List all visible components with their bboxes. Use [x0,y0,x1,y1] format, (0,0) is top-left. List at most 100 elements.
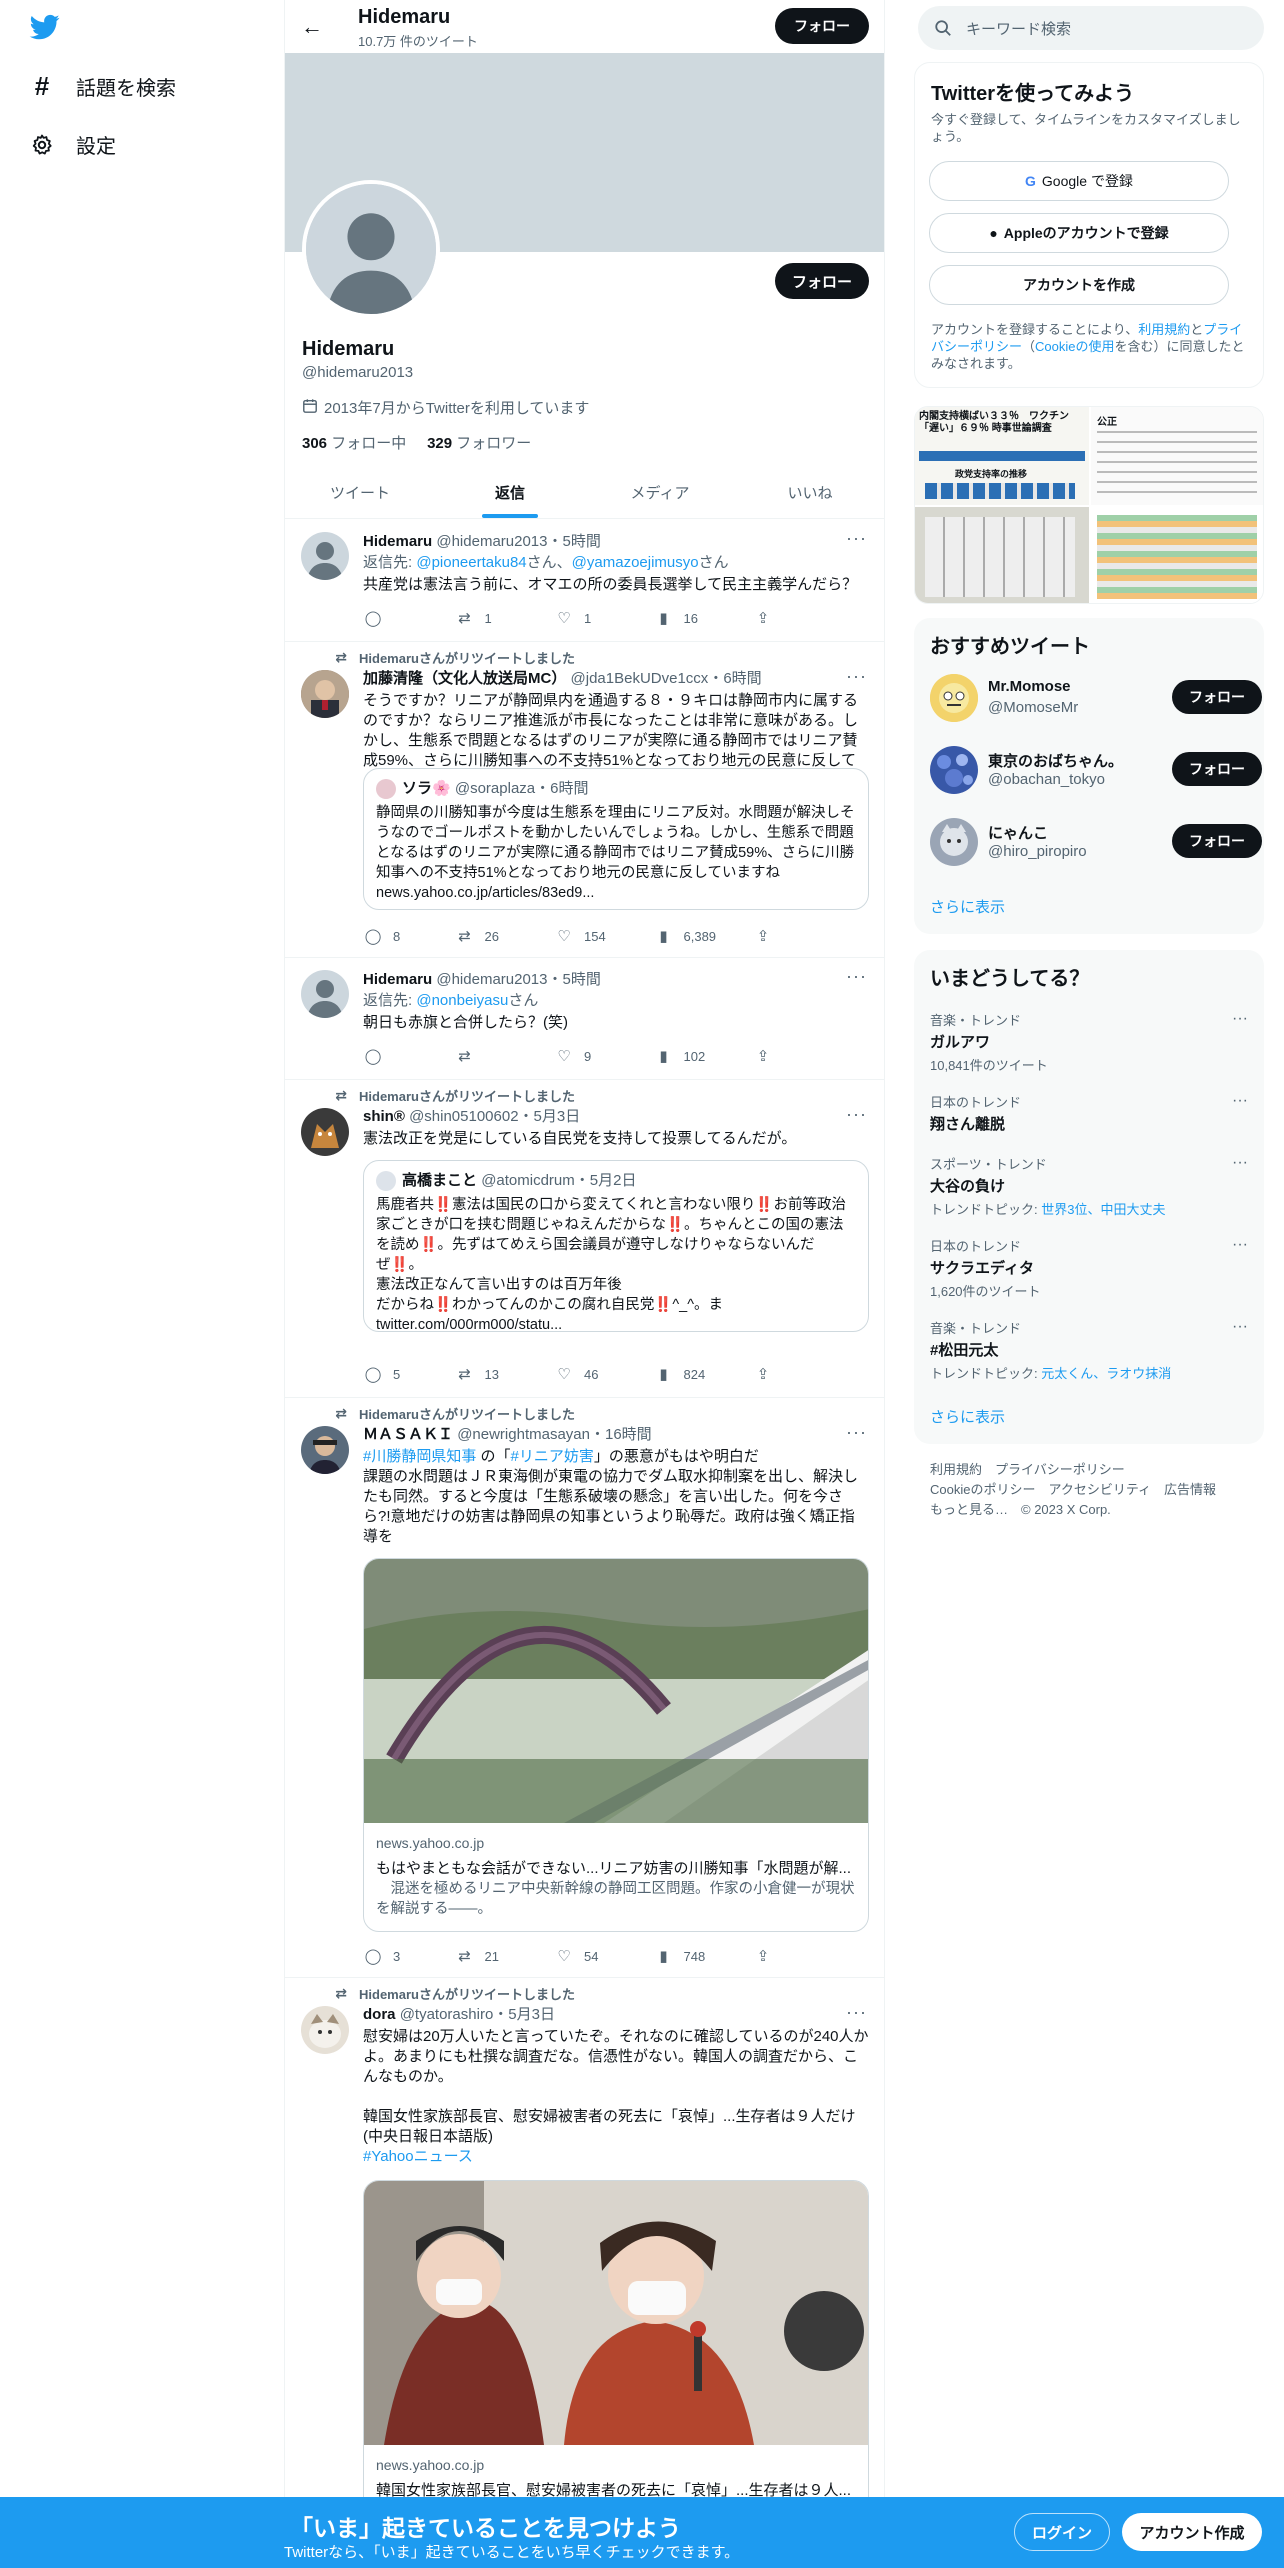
header-follow-button[interactable]: フォロー [775,8,869,44]
like-button[interactable]: ♡ 154 [554,926,653,946]
avatar[interactable] [301,970,349,1018]
more-icon[interactable]: ··· [1232,1092,1248,1110]
back-arrow-icon[interactable]: ← [301,14,323,40]
more-icon[interactable]: ··· [846,1104,867,1125]
avatar[interactable] [301,1426,349,1474]
tweet[interactable]: ⇄ Hidemaruさんがリツイートしました dora @tyatorashiro… [285,1978,884,2568]
reply-to-link[interactable]: @yamazoejimusyo [572,554,699,571]
trend-item[interactable]: 日本のトレンド 翔さん離脱 ··· [930,1092,1248,1134]
more-icon[interactable]: ··· [846,966,867,987]
follow-button[interactable]: フォロー [1172,752,1262,786]
tweet-author-name[interactable]: dora [363,2006,396,2023]
tweet-author-handle[interactable]: @tyatorashiro [400,2006,494,2023]
tweet-author-handle[interactable]: @jda1BekUDve1ccx [571,670,709,687]
signup-button[interactable]: アカウント作成 [1122,2513,1262,2551]
hashtag-link[interactable]: #リニア妨害 [511,1448,594,1465]
retweet-button[interactable]: ⇄ 13 [455,1364,554,1384]
reply-button[interactable]: ◯ [363,608,455,628]
share-button[interactable]: ⇪ [753,608,783,628]
google-signup-button[interactable]: G Google で登録 [929,161,1229,201]
follow-button[interactable]: フォロー [1172,680,1262,714]
tweet[interactable]: ⇄ Hidemaruさんがリツイートしました shin® @shin0510060… [285,1080,884,1398]
footer-line[interactable]: 利用規約 プライバシーポリシー [930,1460,1260,1480]
follow-suggestion[interactable]: にゃんこ @hiro_piropiro フォロー [930,814,1262,870]
tweet-author-handle[interactable]: @hidemaru2013 [436,533,547,550]
nav-settings[interactable]: 設定 [28,130,116,159]
views-button[interactable]: ▮ 6,389 [654,926,753,946]
show-more-link[interactable]: さらに表示 [930,896,1005,917]
reply-button[interactable]: ◯ [363,1046,455,1066]
tweet[interactable]: ⇄ Hidemaruさんがリツイートしました ＭＡＳＡＫＩ @newrightma… [285,1398,884,1978]
trend-item[interactable]: 音楽・トレンド #松田元太 トレンドトピック: 元太くん、ラオウ抹消 ··· [930,1318,1248,1382]
tweet-author-name[interactable]: shin® [363,1108,405,1125]
follow-suggestion[interactable]: 東京のおばちゃん。 @obachan_tokyo フォロー [930,742,1262,798]
create-account-button[interactable]: アカウントを作成 [929,265,1229,305]
follow-button[interactable]: フォロー [1172,824,1262,858]
tab-likes[interactable]: いいね [735,466,884,518]
share-button[interactable]: ⇪ [753,926,783,946]
twitter-logo-icon[interactable] [28,12,62,42]
retweet-button[interactable]: ⇄ 26 [455,926,554,946]
trend-item[interactable]: 音楽・トレンド ガルアワ 10,841件のツイート ··· [930,1010,1248,1074]
more-icon[interactable]: ··· [1232,1318,1248,1336]
like-button[interactable]: ♡ 46 [554,1364,653,1384]
followers-link[interactable]: 329 フォロワー [427,435,531,452]
more-icon[interactable]: ··· [1232,1236,1248,1254]
footer-line[interactable]: Cookieのポリシー アクセシビリティ 広告情報 [930,1480,1260,1500]
terms-link[interactable]: 利用規約 [1138,322,1190,337]
trend-topic-links[interactable]: 世界3位、中田大丈夫 [1041,1202,1165,1217]
tweet-author-name[interactable]: Hidemaru [363,533,432,550]
profile-avatar[interactable] [302,180,440,318]
apple-signup-button[interactable]: ● Appleのアカウントで登録 [929,213,1229,253]
share-button[interactable]: ⇪ [753,1046,783,1066]
trend-item[interactable]: スポーツ・トレンド 大谷の負け トレンドトピック: 世界3位、中田大丈夫 ··· [930,1154,1248,1218]
avatar[interactable] [301,2006,349,2054]
profile-follow-button[interactable]: フォロー [775,263,869,299]
reply-button[interactable]: ◯ 8 [363,926,455,946]
share-button[interactable]: ⇪ [753,1946,783,1966]
tab-media[interactable]: メディア [585,466,735,518]
views-button[interactable]: ▮ 824 [654,1364,753,1384]
reply-to-link[interactable]: @pioneertaku84 [416,554,526,571]
tweet[interactable]: Hidemaru @hidemaru2013・5時間 ··· 返信先: @non… [285,958,884,1080]
share-button[interactable]: ⇪ [753,1364,783,1384]
quote-tweet[interactable]: ソラ🌸 @soraplaza ・6時間 静岡県の川勝知事が今度は生態系を理由にリニ… [363,768,869,910]
retweet-button[interactable]: ⇄ 21 [455,1946,554,1966]
retweet-button[interactable]: ⇄ [455,1046,554,1066]
link-card[interactable]: news.yahoo.co.jp もはやまともな会話ができない...リニア妨害の… [363,1558,869,1932]
search-input[interactable]: キーワード検索 [918,6,1264,50]
quote-tweet[interactable]: 高橋まこと @atomicdrum ・5月2日 馬鹿者共‼️憲法は国民の口から変え… [363,1160,869,1332]
hashtag-link[interactable]: #Yahooニュース [363,2147,869,2167]
reply-button[interactable]: ◯ 5 [363,1364,455,1384]
tweet-time[interactable]: ・6時間 [708,670,761,687]
tweet-author-handle[interactable]: @newrightmasayan [457,1426,590,1443]
avatar[interactable] [301,1108,349,1156]
views-button[interactable]: ▮ 102 [654,1046,753,1066]
tweet-author-handle[interactable]: @hidemaru2013 [436,971,547,988]
nav-explore[interactable]: # 話題を検索 [28,71,176,101]
avatar[interactable] [301,532,349,580]
views-button[interactable]: ▮ 748 [654,1946,753,1966]
tweet-author-name[interactable]: 加藤清隆（文化人放送局MC） [363,670,566,687]
reply-to-link[interactable]: @nonbeiyasu [416,992,508,1009]
like-button[interactable]: ♡ 54 [554,1946,653,1966]
tweet[interactable]: Hidemaru @hidemaru2013・5時間 ··· 返信先: @pio… [285,520,884,642]
more-icon[interactable]: ··· [1232,1010,1248,1028]
tweet-time[interactable]: ・16時間 [590,1426,652,1443]
more-icon[interactable]: ··· [846,1422,867,1443]
views-button[interactable]: ▮ 16 [654,608,753,628]
more-icon[interactable]: ··· [846,528,867,549]
like-button[interactable]: ♡ 1 [554,608,653,628]
tweet-time[interactable]: ・5時間 [548,533,601,550]
more-icon[interactable]: ··· [1232,1154,1248,1172]
login-button[interactable]: ログイン [1014,2513,1110,2551]
show-more-link[interactable]: さらに表示 [930,1406,1005,1427]
tweet-author-name[interactable]: ＭＡＳＡＫＩ [363,1426,453,1443]
trend-item[interactable]: 日本のトレンド サクラエディタ 1,620件のツイート ··· [930,1236,1248,1300]
link-card[interactable]: news.yahoo.co.jp 韓国女性家族部長官、慰安婦被害者の死去に「哀悼… [363,2180,869,2520]
tweet-author-handle[interactable]: @shin05100602 [409,1108,518,1125]
tab-replies[interactable]: 返信 [435,466,585,518]
tweet-time[interactable]: ・5月3日 [519,1108,581,1125]
media-collage[interactable]: 内閣支持横ばい３３％ ワクチン「遅い」６９％ 時事世論調査 政党支持率の推移 公… [914,406,1264,604]
follow-suggestion[interactable]: Mr.Momose @MomoseMr フォロー [930,670,1262,726]
